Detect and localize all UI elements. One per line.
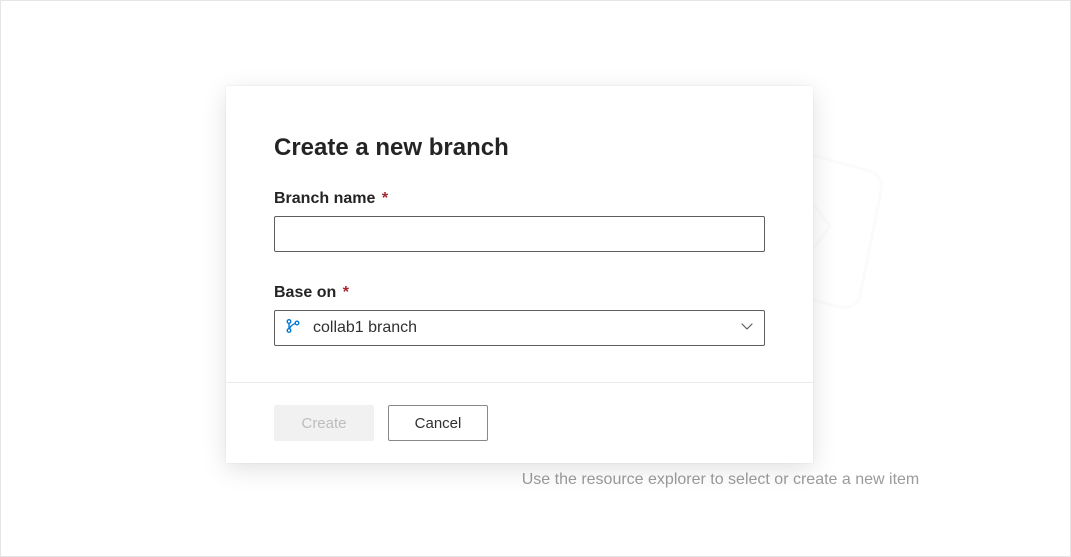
dialog-title: Create a new branch <box>274 134 765 162</box>
dropdown-content: collab1 branch <box>285 318 417 339</box>
create-button[interactable]: Create <box>274 405 374 441</box>
branch-icon <box>285 318 301 339</box>
create-branch-dialog: Create a new branch Branch name * Base o… <box>226 86 813 463</box>
base-on-field: Base on * collab1 branch <box>274 284 765 346</box>
chevron-down-icon <box>740 319 754 338</box>
branch-name-label-text: Branch name <box>274 190 375 207</box>
base-on-label: Base on * <box>274 284 765 302</box>
base-on-label-text: Base on <box>274 284 336 301</box>
base-on-value: collab1 branch <box>313 319 417 337</box>
branch-name-input[interactable] <box>274 216 765 252</box>
backdrop-subtitle: Use the resource explorer to select or c… <box>522 471 920 489</box>
branch-name-field: Branch name * <box>274 190 765 252</box>
dialog-footer: Create Cancel <box>226 382 813 463</box>
dialog-body: Create a new branch Branch name * Base o… <box>226 86 813 382</box>
required-marker: * <box>382 190 388 207</box>
branch-name-label: Branch name * <box>274 190 765 208</box>
cancel-button[interactable]: Cancel <box>388 405 488 441</box>
base-on-dropdown[interactable]: collab1 branch <box>274 310 765 346</box>
required-marker: * <box>343 284 349 301</box>
